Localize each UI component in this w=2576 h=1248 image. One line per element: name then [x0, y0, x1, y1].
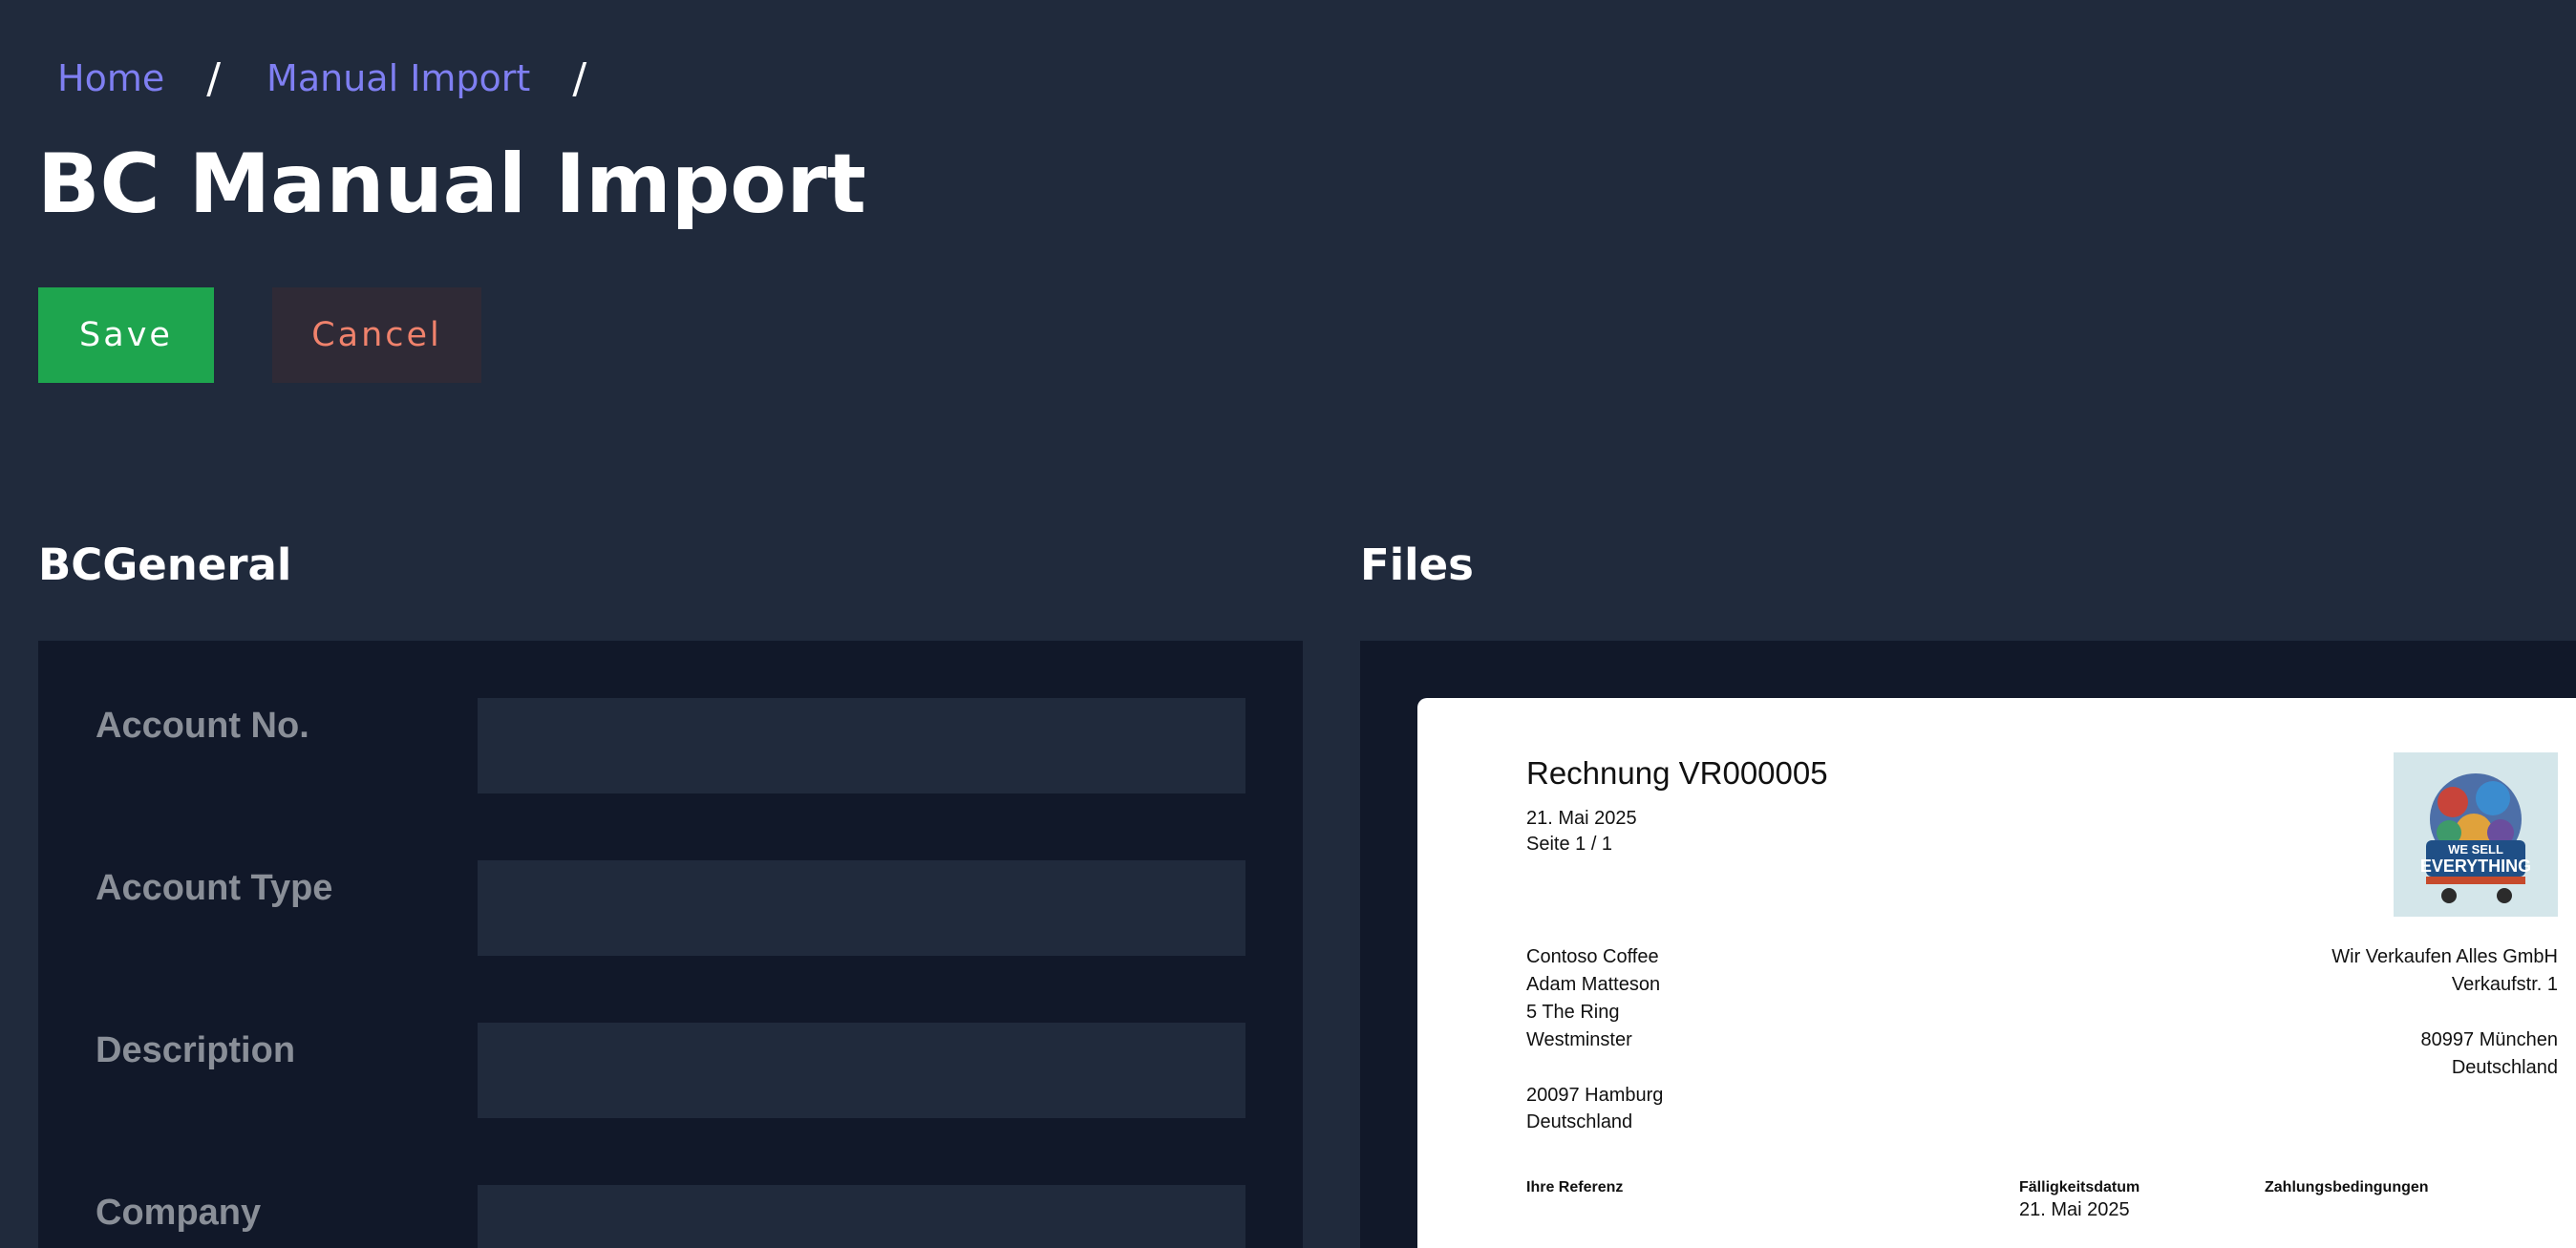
invoice-preview[interactable]: Rechnung VR000005 21. Mai 2025 Seite 1 /… — [1417, 698, 2576, 1248]
breadcrumb-home-link[interactable]: Home — [57, 57, 164, 99]
page-title: BC Manual Import — [37, 137, 866, 232]
invoice-date: 21. Mai 2025 — [1526, 808, 1637, 829]
recipient-line: 5 The Ring — [1526, 1002, 1620, 1023]
logo-text-bottom: EVERYTHING — [2419, 857, 2532, 876]
company-input[interactable] — [478, 1185, 1245, 1248]
recipient-line: Contoso Coffee — [1526, 946, 1659, 967]
label-reference: Ihre Referenz — [1526, 1179, 1624, 1195]
sender-line: Verkaufstr. 1 — [2451, 974, 2558, 995]
field-label: Description — [96, 1030, 296, 1070]
files-panel: Rechnung VR000005 21. Mai 2025 Seite 1 /… — [1360, 641, 2576, 1248]
sender-line: Wir Verkaufen Alles GmbH — [2331, 946, 2558, 967]
account-type-input[interactable] — [478, 860, 1245, 956]
label-payment-terms: Zahlungsbedingungen — [2265, 1179, 2429, 1195]
invoice-page: Seite 1 / 1 — [1526, 834, 1613, 855]
recipient-line: Adam Matteson — [1526, 974, 1661, 995]
general-form-panel: Account No. Account Type Description Com… — [38, 641, 1303, 1248]
recipient-line: 20097 Hamburg — [1526, 1085, 1664, 1106]
invoice-title: Rechnung VR000005 — [1526, 755, 1828, 791]
field-label: Account No. — [96, 706, 309, 746]
account-no-input[interactable] — [478, 698, 1245, 793]
recipient-line: Deutschland — [1526, 1111, 1633, 1132]
breadcrumb-manual-import-link[interactable]: Manual Import — [266, 57, 530, 99]
form-row-company: Company — [96, 1185, 1245, 1248]
form-row-description: Description — [96, 1023, 1245, 1118]
sender-line: Deutschland — [2451, 1057, 2558, 1078]
logo-text-top: WE SELL — [2448, 842, 2503, 857]
field-label: Account Type — [96, 868, 333, 908]
section-title-files: Files — [1360, 539, 1474, 590]
label-due-date: Fälligkeitsdatum — [2019, 1179, 2140, 1195]
breadcrumb-separator: / — [572, 53, 587, 103]
form-row-account-no: Account No. — [96, 698, 1245, 793]
shopping-cart-logo-icon — [2426, 773, 2525, 903]
breadcrumb-separator: / — [206, 53, 222, 103]
section-title-general: BCGeneral — [38, 539, 292, 590]
company-logo: WE SELL EVERYTHING — [2394, 752, 2558, 917]
breadcrumb: Home / Manual Import / — [57, 53, 632, 103]
description-input[interactable] — [478, 1023, 1245, 1118]
form-row-account-type: Account Type — [96, 860, 1245, 956]
due-date-value: 21. Mai 2025 — [2019, 1199, 2130, 1220]
cancel-button[interactable]: Cancel — [272, 287, 481, 383]
field-label: Company — [96, 1193, 262, 1233]
recipient-line: Westminster — [1526, 1029, 1632, 1050]
save-button[interactable]: Save — [38, 287, 214, 383]
sender-line: 80997 München — [2420, 1029, 2558, 1050]
